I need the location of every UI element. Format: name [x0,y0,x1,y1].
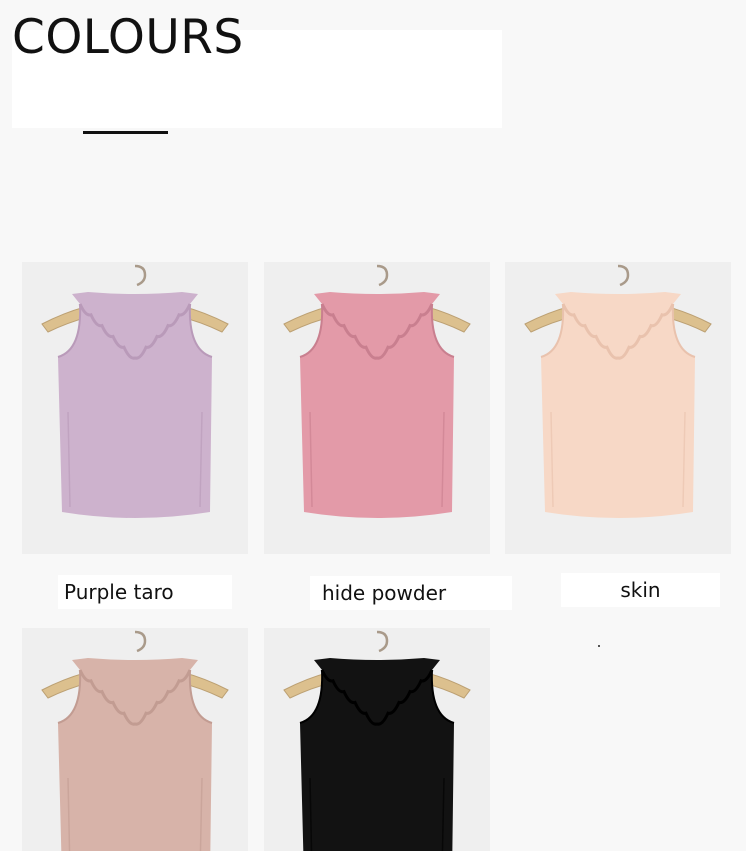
tank-top-on-hanger-icon [41,264,229,518]
product-image-black[interactable] [264,628,490,851]
product-image-skin[interactable] [505,262,731,554]
tank-top-on-hanger-icon [41,630,229,851]
color-label-purple-taro: Purple taro [58,575,232,609]
color-label-hide-powder: hide powder [310,576,512,610]
page-title: COLOURS [12,10,244,65]
product-image-hide-powder[interactable] [264,262,490,554]
tank-top-on-hanger-icon [283,630,471,851]
product-image-tan[interactable] [22,628,248,851]
color-label-skin: skin [561,573,720,607]
tank-top-on-hanger-icon [524,264,712,518]
stray-dot [598,645,600,647]
title-underline [83,131,168,134]
tank-top-on-hanger-icon [283,264,471,518]
product-image-purple-taro[interactable] [22,262,248,554]
